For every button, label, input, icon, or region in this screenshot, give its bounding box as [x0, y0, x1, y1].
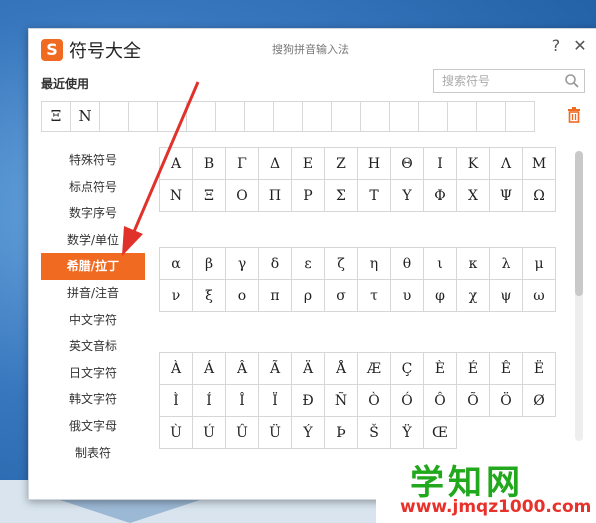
annotation-arrow — [122, 81, 200, 256]
watermark-url: www.jmqz1000.com — [400, 497, 592, 517]
